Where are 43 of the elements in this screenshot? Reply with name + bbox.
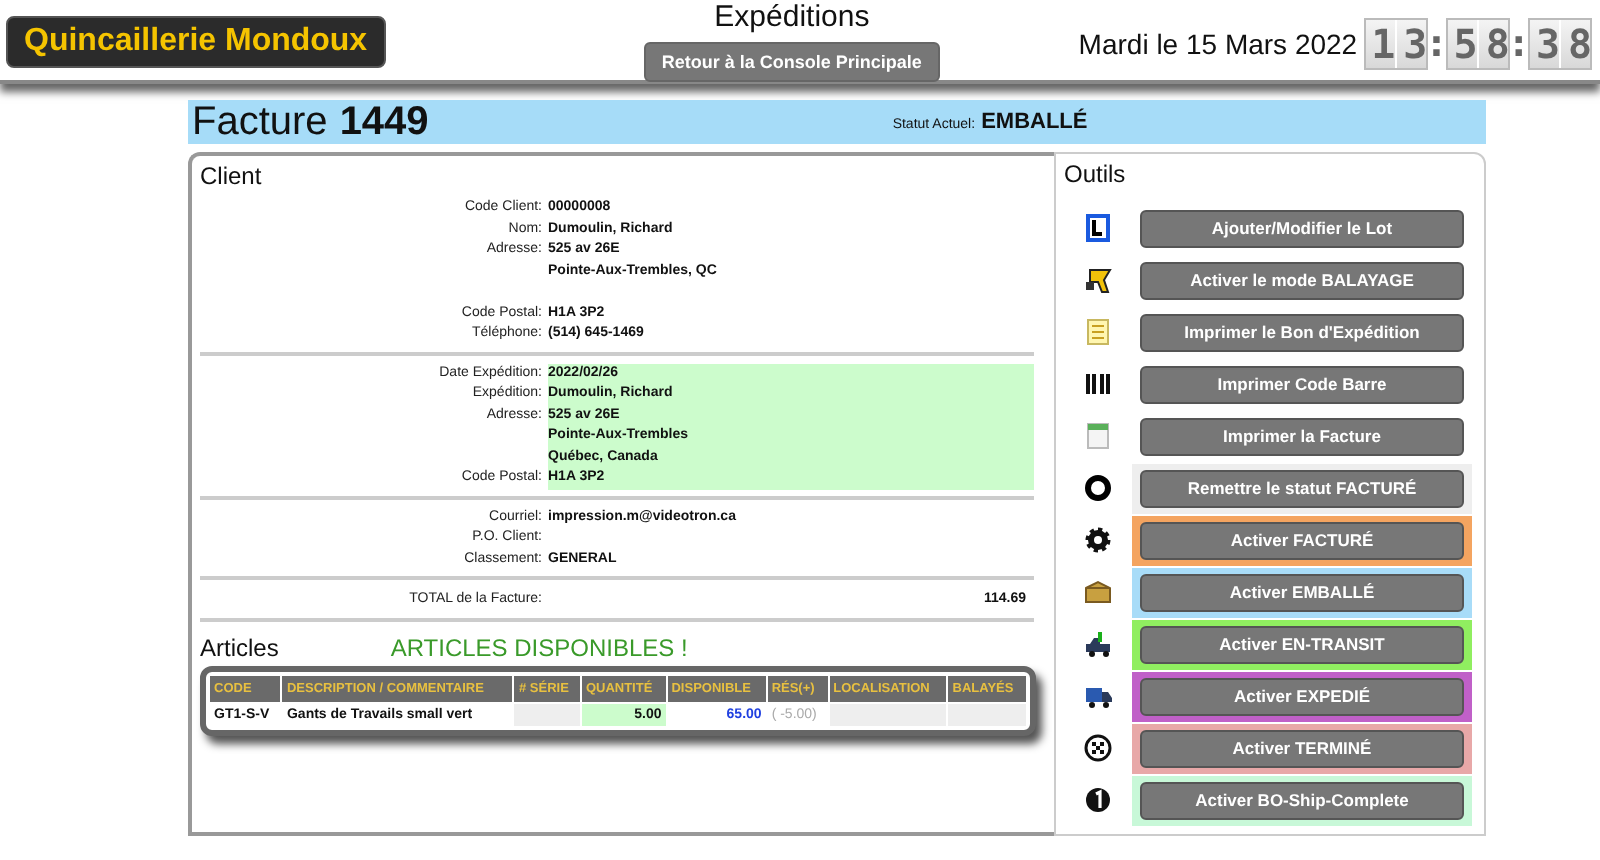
clock-digits: 38	[1528, 18, 1592, 70]
section-title: Articles	[200, 634, 279, 662]
scanner-icon	[1084, 266, 1112, 294]
tool-button[interactable]: Remettre le statut FACTURÉ	[1140, 469, 1464, 507]
tool-button[interactable]: Imprimer le Bon d'Expédition	[1140, 313, 1464, 351]
back-button[interactable]: Retour à la Console Principale	[643, 42, 940, 82]
checkered-icon	[1084, 734, 1112, 762]
clock-digits: 58	[1445, 18, 1510, 70]
tool-button[interactable]: Activer BO-Ship-Complete	[1140, 781, 1464, 819]
invoice-icon	[1084, 422, 1112, 450]
availability-message: ARTICLES DISPONIBLES !	[390, 634, 688, 662]
tool-button[interactable]: Ajouter/Modifier le Lot	[1140, 209, 1464, 247]
invoice-number: 1449	[339, 99, 429, 145]
invoice-label: Facture	[192, 99, 328, 145]
clock-separator: :	[1429, 23, 1444, 65]
table-cell	[829, 704, 947, 726]
tool-button[interactable]: Imprimer la Facture	[1140, 417, 1464, 455]
tool-button[interactable]: Activer le mode BALAYAGE	[1140, 261, 1464, 299]
table-cell	[948, 704, 1026, 726]
table-cell	[514, 704, 580, 726]
tool-button[interactable]: Activer FACTURÉ	[1140, 521, 1464, 559]
box-icon	[1084, 578, 1112, 606]
tool-button[interactable]: Activer EMBALLÉ	[1140, 573, 1464, 611]
tool-button[interactable]: Imprimer Code Barre	[1140, 365, 1464, 403]
truck-icon	[1084, 630, 1112, 658]
clock-separator: :	[1511, 23, 1526, 65]
panel-title: Outils	[1064, 160, 1128, 188]
tool-button[interactable]: Activer TERMINÉ	[1140, 729, 1464, 767]
list-icon	[1084, 214, 1112, 242]
ring-icon	[1084, 474, 1112, 502]
tool-button[interactable]: Activer EXPEDIÉ	[1140, 677, 1464, 715]
clock-digits: 13	[1363, 18, 1428, 70]
barcode-icon	[1084, 370, 1112, 398]
tool-button[interactable]: Activer EN-TRANSIT	[1140, 625, 1464, 663]
document-icon	[1084, 318, 1112, 346]
number-one-icon	[1084, 786, 1112, 814]
page-title: Expéditions	[714, 0, 870, 34]
truck-icon	[1084, 682, 1112, 710]
panel-title: Client	[200, 162, 264, 190]
date-text: Mardi le 15 Mars 2022	[1078, 28, 1358, 60]
status-value: EMBALLÉ	[981, 110, 1088, 134]
gear-icon	[1084, 526, 1112, 554]
logo: Quincaillerie Mondoux	[6, 16, 386, 68]
